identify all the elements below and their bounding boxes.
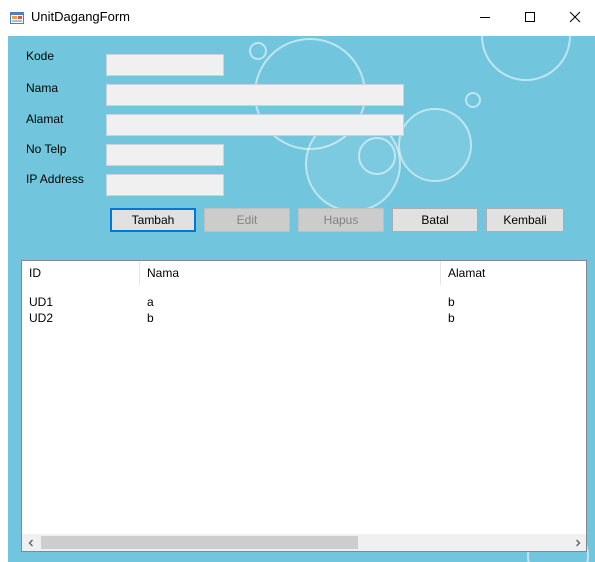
list-cell-alamat: b — [448, 311, 455, 325]
column-header-id[interactable]: ID — [22, 261, 140, 285]
kode-input[interactable] — [106, 54, 224, 76]
chevron-left-icon — [28, 539, 33, 546]
unit-dagang-listview[interactable]: ID Nama Alamat UD1 a b UD2 b b — [21, 260, 587, 552]
hapus-button[interactable]: Hapus — [298, 208, 384, 232]
list-cell-id: UD1 — [29, 295, 54, 309]
horizontal-scrollbar[interactable] — [22, 534, 586, 551]
ip-address-input[interactable] — [106, 174, 224, 196]
ip-address-label: IP Address — [26, 172, 84, 186]
close-icon — [569, 11, 581, 23]
title-bar[interactable]: UnitDagangForm — [0, 0, 595, 36]
no-telp-input[interactable] — [106, 144, 224, 166]
list-cell-alamat: b — [448, 295, 455, 309]
window: UnitDagangForm Kode Nama Alamat No Telp … — [0, 0, 595, 562]
alamat-input[interactable] — [106, 114, 404, 136]
scroll-right-button[interactable] — [569, 534, 586, 551]
maximize-button[interactable] — [507, 0, 553, 34]
form-client-area: Kode Nama Alamat No Telp IP Address Tamb… — [8, 36, 595, 562]
no-telp-label: No Telp — [26, 142, 67, 156]
minimize-icon — [480, 17, 490, 18]
nama-input[interactable] — [106, 84, 404, 106]
app-form-icon — [9, 10, 25, 26]
minimize-button[interactable] — [462, 0, 508, 34]
window-title: UnitDagangForm — [31, 9, 130, 24]
list-cell-id: UD2 — [29, 311, 54, 325]
list-item[interactable]: UD2 b b — [22, 310, 586, 326]
list-cell-nama: a — [147, 295, 154, 309]
column-header-alamat[interactable]: Alamat — [441, 261, 586, 285]
edit-button[interactable]: Edit — [204, 208, 290, 232]
kembali-button[interactable]: Kembali — [486, 208, 564, 232]
list-item[interactable]: UD1 a b — [22, 294, 586, 310]
column-header-nama[interactable]: Nama — [140, 261, 441, 285]
scroll-left-button[interactable] — [22, 534, 39, 551]
kode-label: Kode — [26, 49, 55, 63]
close-button[interactable] — [552, 0, 595, 34]
alamat-label: Alamat — [26, 112, 64, 126]
scrollbar-thumb[interactable] — [41, 536, 358, 549]
listview-header: ID Nama Alamat — [22, 261, 586, 285]
batal-button[interactable]: Batal — [392, 208, 478, 232]
tambah-button[interactable]: Tambah — [110, 208, 196, 232]
nama-label: Nama — [26, 81, 59, 95]
list-cell-nama: b — [147, 311, 154, 325]
maximize-icon — [525, 12, 535, 22]
chevron-right-icon — [575, 539, 580, 546]
